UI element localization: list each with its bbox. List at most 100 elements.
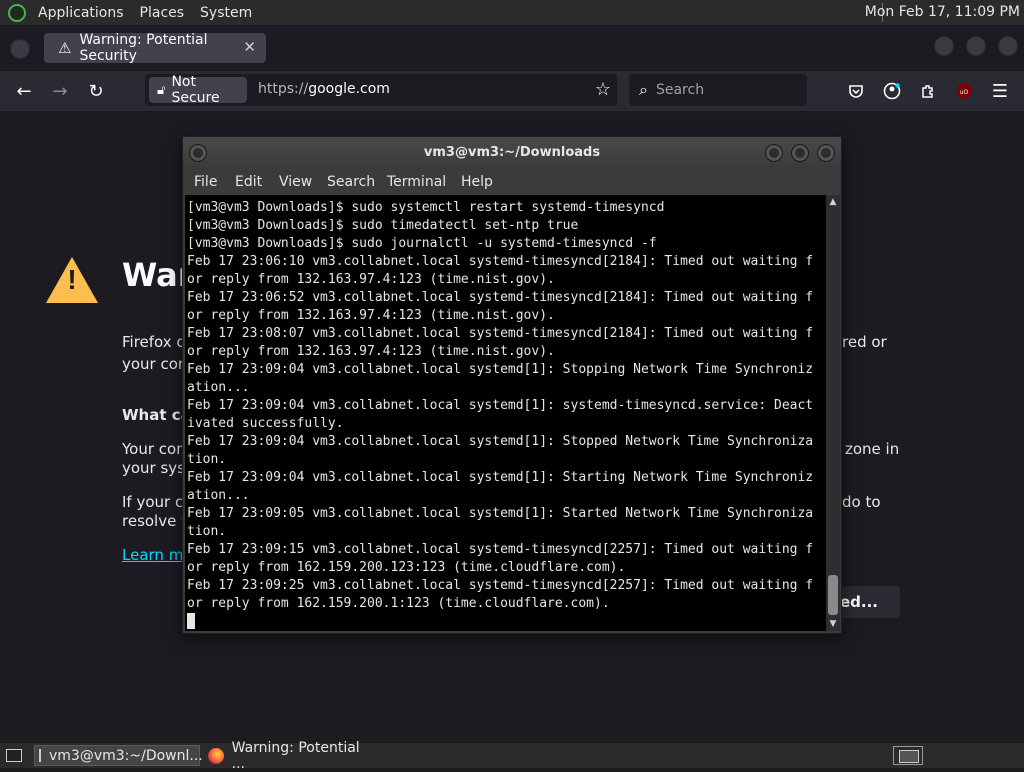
terminal-line: Feb 17 23:06:52 vm3.collabnet.local syst…	[187, 290, 814, 305]
window-menu-button[interactable]	[189, 144, 207, 162]
reload-icon[interactable]: ↻	[84, 79, 108, 103]
search-icon: ⌕	[639, 80, 648, 99]
scroll-down-arrow-icon[interactable]: ▼	[828, 619, 838, 629]
terminal-line: or reply from 132.163.97.4:123 (time.nis…	[187, 344, 555, 359]
intro-text-left: Firefox c	[122, 333, 185, 351]
terminal-line: Feb 17 23:08:07 vm3.collabnet.local syst…	[187, 326, 814, 341]
terminal-menu-view[interactable]: View	[279, 174, 312, 190]
workspace-thumbnail	[899, 750, 919, 763]
scroll-up-arrow-icon[interactable]: ▲	[828, 197, 838, 207]
bottom-taskbar: vm3@vm3:~/Downl... Warning: Potential ..…	[0, 740, 1024, 772]
forward-icon[interactable]: →	[48, 79, 72, 103]
browser-tab-bar: ⚠ Warning: Potential Security ✕	[0, 25, 1024, 71]
taskbar-item-firefox[interactable]: Warning: Potential ...	[204, 740, 374, 772]
terminal-menu-terminal[interactable]: Terminal	[387, 174, 446, 190]
show-desktop-icon[interactable]	[2, 745, 26, 766]
terminal-line: [vm3@vm3 Downloads]$ sudo journalctl -u …	[187, 236, 657, 251]
menu-system[interactable]: System	[196, 5, 256, 21]
terminal-menu-edit[interactable]: Edit	[235, 174, 262, 190]
para1-right: zone in	[845, 440, 900, 458]
top-panel: Applications Places System Mon Feb 17, 1…	[0, 0, 1024, 25]
terminal-window: vm3@vm3:~/Downloads File Edit View Searc…	[182, 136, 842, 634]
menu-applications[interactable]: Applications	[34, 5, 128, 21]
url-host: google.com	[308, 81, 390, 97]
search-input[interactable]: ⌕ Search	[629, 74, 807, 106]
terminal-line: Feb 17 23:09:25 vm3.collabnet.local syst…	[187, 578, 814, 593]
not-secure-label: Not Secure	[171, 74, 220, 106]
terminal-line: Feb 17 23:09:04 vm3.collabnet.local syst…	[187, 470, 814, 485]
terminal-app-icon	[39, 749, 41, 762]
terminal-line: ation...	[187, 380, 250, 395]
terminal-menubar: File Edit View Search Terminal Help	[183, 169, 841, 195]
terminal-menu-file[interactable]: File	[194, 174, 217, 190]
terminal-minimize-button[interactable]	[765, 144, 783, 162]
terminal-line: tion.	[187, 452, 227, 467]
warning-exclamation-icon: !	[67, 264, 77, 295]
extensions-icon[interactable]	[916, 79, 940, 103]
terminal-line: Feb 17 23:09:04 vm3.collabnet.local syst…	[187, 362, 814, 377]
firefox-view-icon[interactable]	[10, 39, 30, 59]
url-bar[interactable]: 🔓︎ Not Secure https://google.com ☆	[145, 74, 617, 106]
terminal-line: Feb 17 23:09:05 vm3.collabnet.local syst…	[187, 506, 814, 521]
svg-text:uO: uO	[960, 89, 969, 96]
terminal-maximize-button[interactable]	[791, 144, 809, 162]
back-icon[interactable]: ←	[12, 79, 36, 103]
terminal-close-button[interactable]	[817, 144, 835, 162]
pocket-icon[interactable]	[844, 79, 868, 103]
warning-icon: ⚠	[58, 39, 72, 57]
distro-logo-icon[interactable]	[8, 3, 26, 22]
close-tab-icon[interactable]: ✕	[243, 38, 256, 56]
panel-clock[interactable]: Mon Feb 17, 11:09 PM	[865, 4, 1020, 20]
terminal-text: [vm3@vm3 Downloads]$ sudo systemctl rest…	[185, 195, 826, 631]
terminal-menu-search[interactable]: Search	[327, 174, 375, 190]
taskbar-firefox-label: Warning: Potential ...	[231, 739, 360, 772]
new-tab-button[interactable]	[280, 39, 300, 59]
terminal-line: or reply from 132.163.97.4:123 (time.nis…	[187, 308, 555, 323]
bookmark-star-icon[interactable]: ☆	[595, 79, 611, 100]
intro-text-right: red or	[842, 333, 887, 351]
terminal-line: tion.	[187, 524, 227, 539]
terminal-line: Feb 17 23:09:15 vm3.collabnet.local syst…	[187, 542, 814, 557]
firefox-app-icon	[208, 747, 224, 764]
tab-warning[interactable]: ⚠ Warning: Potential Security ✕	[44, 32, 266, 64]
para2-right: do to	[842, 493, 881, 511]
terminal-cursor-line	[187, 613, 826, 631]
taskbar-item-terminal[interactable]: vm3@vm3:~/Downl...	[34, 745, 203, 766]
terminal-line: Feb 17 23:06:10 vm3.collabnet.local syst…	[187, 254, 814, 269]
terminal-line: ivated successfully.	[187, 416, 344, 431]
terminal-line: or reply from 162.159.200.1:123 (time.cl…	[187, 596, 610, 611]
search-placeholder: Search	[655, 82, 705, 98]
minimize-button[interactable]	[934, 36, 954, 56]
scrollbar-thumb[interactable]	[828, 575, 838, 615]
taskbar-terminal-label: vm3@vm3:~/Downl...	[49, 747, 203, 764]
terminal-line: [vm3@vm3 Downloads]$ sudo timedatectl se…	[187, 218, 579, 233]
desktop-mini-icon	[6, 749, 22, 762]
terminal-menu-help[interactable]: Help	[461, 174, 493, 190]
para1-left: Your com	[122, 440, 191, 458]
terminal-output[interactable]: [vm3@vm3 Downloads]$ sudo systemctl rest…	[185, 195, 826, 631]
terminal-line: or reply from 162.159.200.123:123 (time.…	[187, 560, 626, 575]
para1-left-2: your syst	[122, 459, 191, 477]
account-icon[interactable]	[880, 79, 904, 103]
workspace-switcher[interactable]	[893, 746, 923, 765]
terminal-line: [vm3@vm3 Downloads]$ sudo systemctl rest…	[187, 200, 665, 215]
browser-nav-bar: ← → ↻ 🔓︎ Not Secure https://google.com ☆…	[0, 71, 1024, 111]
terminal-line: Feb 17 23:09:04 vm3.collabnet.local syst…	[187, 434, 814, 449]
url-scheme: https://	[258, 81, 309, 97]
window-close-button[interactable]	[998, 36, 1018, 56]
intro-text-left-2: your cor	[122, 355, 185, 373]
menu-places[interactable]: Places	[136, 5, 189, 21]
terminal-title: vm3@vm3:~/Downloads	[423, 145, 601, 160]
url-text[interactable]: https://google.com	[258, 81, 390, 97]
not-secure-badge[interactable]: 🔓︎ Not Secure	[149, 74, 247, 106]
terminal-scrollbar[interactable]: ▲ ▼	[826, 195, 840, 631]
tab-title: Warning: Potential Security	[79, 32, 208, 64]
terminal-line: or reply from 132.163.97.4:123 (time.nis…	[187, 272, 555, 287]
maximize-button[interactable]	[966, 36, 986, 56]
terminal-line: ation...	[187, 488, 250, 503]
terminal-line: Feb 17 23:09:04 vm3.collabnet.local syst…	[187, 398, 814, 413]
terminal-titlebar[interactable]: vm3@vm3:~/Downloads	[183, 137, 841, 169]
menu-icon[interactable]: ☰	[988, 79, 1012, 103]
insecure-lock-icon: 🔓︎	[157, 82, 166, 98]
ublock-icon[interactable]: uO	[952, 79, 976, 103]
